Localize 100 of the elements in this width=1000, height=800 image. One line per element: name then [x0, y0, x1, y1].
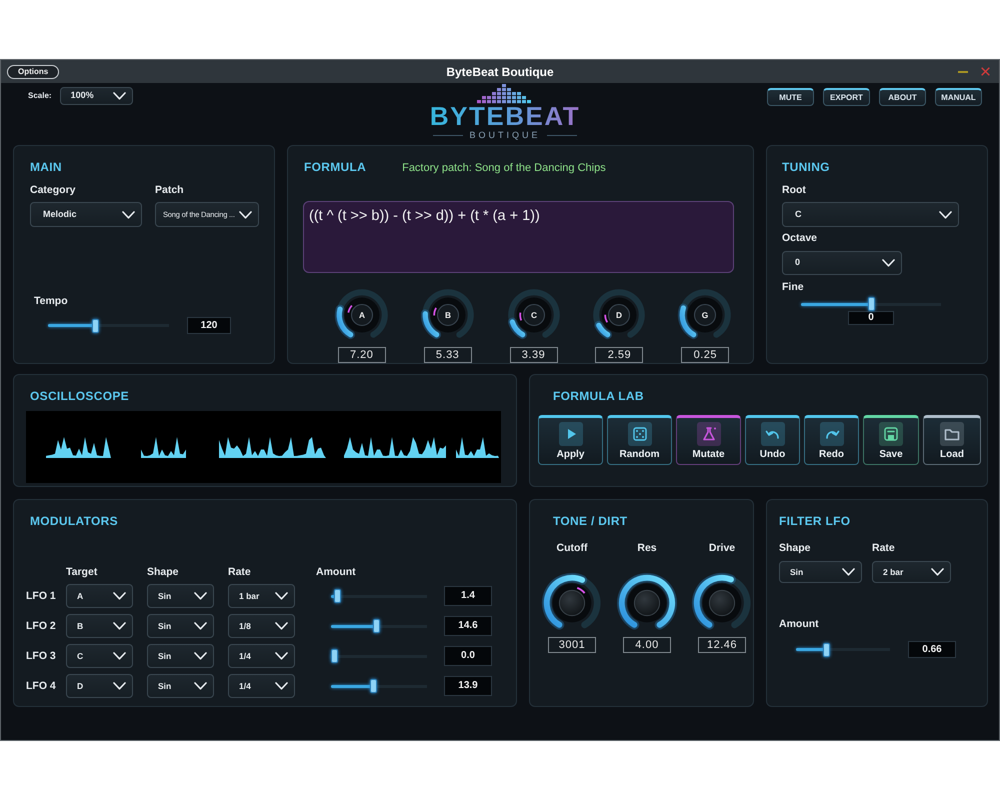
knob-value[interactable]: 4.00 [623, 637, 671, 653]
shape-dropdown[interactable]: Sin [779, 561, 862, 583]
slider-thumb[interactable] [331, 649, 338, 663]
chevron-down-icon [931, 568, 944, 576]
slider-thumb[interactable] [372, 619, 380, 633]
toolbar-button[interactable]: ABOUT [879, 88, 926, 106]
knob[interactable]: A [334, 286, 390, 342]
fine-value[interactable]: 0 [848, 311, 894, 325]
shape-dropdown[interactable]: Sin [147, 584, 214, 608]
toolbar-button[interactable]: MANUAL [935, 88, 982, 106]
modulation-arc [347, 304, 352, 312]
column-header: Amount [316, 566, 356, 578]
target-dropdown[interactable]: D [66, 674, 133, 698]
shape-dropdown[interactable]: Sin [147, 674, 214, 698]
root-dropdown[interactable]: C [782, 202, 959, 227]
amount-value[interactable]: 13.9 [444, 676, 492, 696]
rate-dropdown[interactable]: 1/4 [228, 674, 295, 698]
chevron-down-icon [842, 568, 855, 576]
lfo-label: LFO 2 [26, 620, 56, 632]
knob-value[interactable]: 7.20 [338, 346, 386, 362]
modulation-arc [518, 312, 522, 320]
category-dropdown[interactable]: Melodic [30, 202, 142, 227]
lfo-label: LFO 1 [26, 590, 56, 602]
formula-lab-button[interactable]: Random [607, 415, 672, 465]
rate-dropdown[interactable]: 1/4 [228, 644, 295, 668]
options-button[interactable]: Options [7, 64, 60, 78]
field-label: Fine [782, 281, 805, 293]
rate-dropdown[interactable]: 1 bar [228, 584, 295, 608]
chevron-down-icon [275, 682, 288, 690]
toolbar-button[interactable]: EXPORT [823, 88, 870, 106]
knob[interactable]: B [420, 286, 476, 342]
modulation-arc [576, 587, 586, 594]
target-dropdown[interactable]: C [66, 644, 133, 668]
knob-value[interactable]: 12.46 [698, 637, 746, 653]
rate-dropdown[interactable]: 2 bar [872, 561, 951, 583]
octave-dropdown[interactable]: 0 [782, 251, 902, 275]
formula-lab-button[interactable]: Save [863, 415, 919, 465]
slider-thumb[interactable] [370, 679, 378, 693]
slider-thumb[interactable] [334, 589, 341, 603]
field-label: Patch [155, 184, 185, 196]
flask-icon [696, 422, 720, 446]
chevron-down-icon [113, 622, 126, 630]
shape-dropdown[interactable]: Sin [147, 614, 214, 638]
close-icon[interactable] [981, 67, 990, 76]
chevron-down-icon [194, 682, 207, 690]
scale-dropdown[interactable]: 100% [60, 87, 133, 105]
redo-icon [820, 422, 844, 446]
target-dropdown[interactable]: B [66, 614, 133, 638]
slider-thumb[interactable] [868, 297, 874, 311]
window-title: ByteBeat Boutique [446, 64, 554, 80]
knob-value[interactable]: 0.25 [681, 346, 730, 362]
section-title: TONE / DIRT [553, 514, 628, 528]
amount-value[interactable]: 14.6 [444, 616, 492, 636]
toolbar-button[interactable]: MUTE [767, 88, 814, 106]
knob-value[interactable]: 3.39 [510, 346, 558, 362]
shape-dropdown[interactable]: Sin [147, 644, 214, 668]
undo-icon [760, 422, 784, 446]
section-title: MODULATORS [30, 514, 119, 528]
chevron-down-icon [112, 92, 126, 100]
section-title: TUNING [782, 160, 831, 174]
formula-lab-button[interactable]: Redo [804, 415, 859, 465]
field-label: Shape [779, 542, 812, 554]
rate-dropdown[interactable]: 1/8 [228, 614, 295, 638]
chevron-down-icon [113, 592, 126, 600]
formula-lab-button[interactable]: Load [923, 415, 981, 465]
column-header: Target [66, 566, 98, 578]
field-label: Root [782, 184, 807, 196]
patch-status-text: Factory patch: Song of the Dancing Chips [402, 161, 606, 176]
amount-value[interactable]: 1.4 [444, 586, 492, 606]
section-title: FORMULA [304, 160, 366, 174]
amount-value[interactable]: 0.0 [444, 646, 492, 666]
amount-slider[interactable] [331, 679, 427, 693]
logo-title: BYTEBEAT [430, 104, 580, 128]
field-label: Amount [779, 618, 820, 630]
column-header: Shape [147, 566, 179, 578]
target-dropdown[interactable]: A [66, 584, 133, 608]
knob-value[interactable]: 3001 [548, 637, 596, 653]
knob-value[interactable]: 5.33 [424, 346, 472, 362]
chevron-down-icon [194, 652, 207, 660]
knob-label: Cutoff [556, 542, 588, 554]
chevron-down-icon [113, 652, 126, 660]
knob[interactable]: D [591, 286, 648, 342]
formula-lab-button[interactable]: Apply [538, 415, 603, 465]
chevron-down-icon [275, 652, 288, 660]
slider-thumb[interactable] [92, 318, 100, 332]
slider-thumb[interactable] [822, 642, 830, 656]
knob-value[interactable]: 2.59 [595, 346, 644, 362]
formula-lab-button[interactable]: Undo [745, 415, 800, 465]
amount-slider[interactable] [331, 619, 427, 633]
formula-lab-button[interactable]: Mutate [676, 415, 741, 465]
column-header: Rate [228, 566, 251, 578]
tempo-value[interactable]: 120 [187, 317, 231, 334]
formula-editor[interactable]: ((t ^ (t >> b)) - (t >> d)) + (t * (a + 1)) [303, 200, 734, 272]
knob[interactable]: G [677, 286, 734, 342]
minimize-icon[interactable] [958, 70, 968, 72]
fine-slider[interactable] [801, 297, 941, 311]
logo-subtitle: BOUTIQUE [469, 130, 540, 141]
knob[interactable]: C [506, 286, 562, 342]
amount-value[interactable]: 0.66 [908, 641, 956, 658]
knob-label: Res [637, 542, 657, 554]
